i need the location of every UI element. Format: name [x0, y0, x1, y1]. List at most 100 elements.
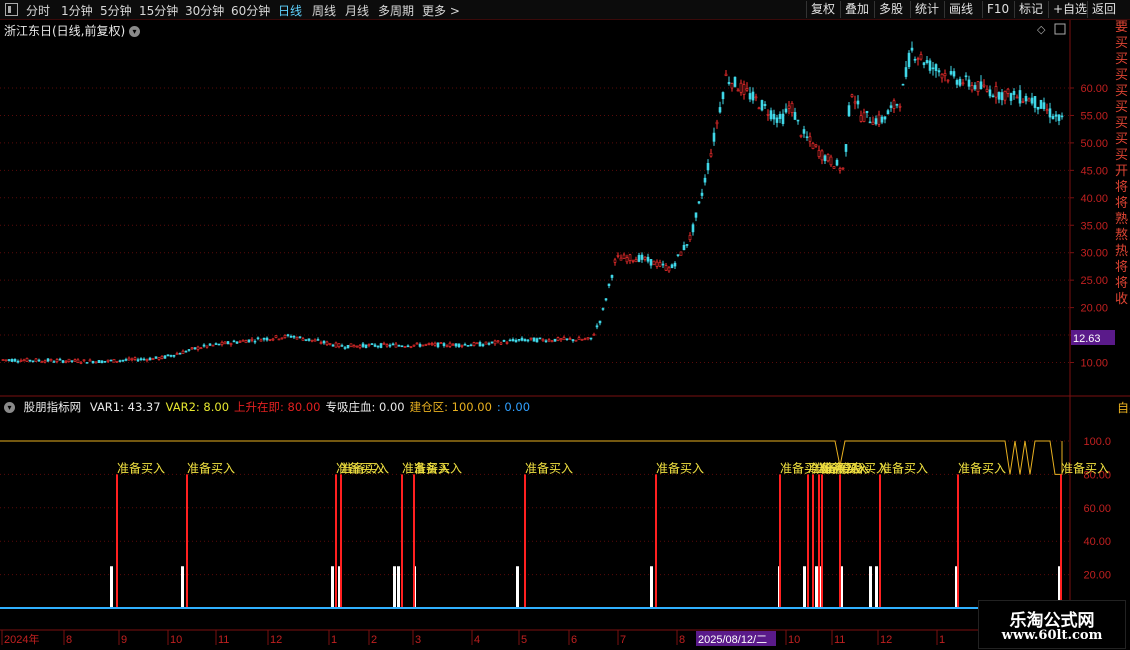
indicator-tick-label: 40.00 — [1083, 536, 1111, 548]
candle-body — [526, 339, 530, 342]
candle-body — [532, 337, 536, 342]
candle-body — [256, 337, 260, 340]
candle-body — [874, 118, 878, 125]
candle-body — [619, 257, 623, 261]
candle-body — [913, 58, 917, 61]
candle-body — [622, 254, 626, 259]
candle-body — [664, 265, 668, 271]
candle-body — [73, 359, 77, 362]
candle-body — [190, 347, 194, 350]
candle-body — [631, 259, 635, 262]
candle-body — [427, 342, 431, 345]
candle-body — [673, 262, 677, 267]
indicator-tick-label: 60.00 — [1083, 503, 1111, 515]
candle-body — [142, 358, 146, 361]
candle-body — [826, 154, 830, 162]
candle-body — [1000, 92, 1004, 101]
candle-body — [7, 359, 11, 361]
candle-body — [292, 335, 296, 338]
candle-body — [181, 350, 185, 354]
candle-body — [529, 337, 533, 340]
candle-body — [955, 80, 959, 85]
candle-body — [517, 339, 521, 341]
candle-body — [259, 339, 263, 342]
candle-body — [163, 355, 167, 359]
candle-body — [208, 343, 212, 346]
candle-body — [832, 166, 836, 169]
candle-body — [691, 224, 695, 233]
candle-body — [886, 110, 890, 115]
candle-body — [739, 82, 743, 93]
candle-body — [244, 340, 248, 344]
candle-body — [145, 359, 149, 361]
candle-body — [337, 343, 341, 348]
candle-body — [115, 360, 119, 363]
candle-body — [694, 212, 698, 218]
candle-body — [484, 341, 488, 345]
time-label: 2 — [371, 634, 377, 646]
candle-body — [844, 144, 848, 152]
candle-body — [625, 257, 629, 263]
candle-body — [22, 359, 26, 362]
diamond-icon: ◇ — [1037, 23, 1046, 36]
price-tick-label: 55.00 — [1080, 110, 1108, 122]
time-label: 8 — [66, 634, 72, 646]
candle-body — [265, 337, 269, 341]
candle-body — [442, 343, 446, 346]
candle-body — [1039, 99, 1043, 109]
candle-body — [793, 112, 797, 120]
candle-body — [628, 254, 632, 261]
candle-body — [109, 359, 113, 362]
candle-body — [406, 345, 410, 348]
candle-body — [445, 345, 449, 348]
candle-body — [973, 85, 977, 90]
indicator-field-3: 专吸庄血: 0.00 — [325, 400, 405, 414]
candle-body — [577, 337, 581, 340]
candle-body — [295, 337, 299, 340]
indicator-field-0: VAR1: 43.37 — [89, 400, 161, 414]
candle-body — [805, 136, 809, 139]
candle-body — [316, 339, 320, 341]
chevron-down-icon[interactable]: ▾ — [4, 402, 15, 413]
candle-body — [184, 350, 188, 353]
candle-body — [967, 79, 971, 87]
candle-body — [736, 89, 740, 92]
candle-body — [439, 342, 443, 344]
watermark-url: www.60lt.com — [1001, 628, 1103, 643]
time-label: 9 — [121, 634, 127, 646]
candle-body — [76, 359, 80, 363]
white-signal-bar — [815, 566, 818, 608]
candle-body — [814, 144, 818, 147]
candle-body — [67, 358, 71, 363]
candle-body — [430, 343, 434, 346]
cursor-date-label: 2025/08/12/二 — [698, 634, 767, 646]
candle-body — [937, 70, 941, 73]
indicator-name[interactable]: 股朋指标网 — [24, 400, 82, 414]
white-signal-bar — [393, 566, 396, 608]
buy-signal-label: 准备买入 — [414, 461, 462, 475]
candle-body — [655, 261, 659, 267]
candle-body — [223, 341, 227, 345]
candle-body — [769, 110, 773, 120]
candle-body — [475, 342, 479, 345]
candle-body — [985, 88, 989, 92]
candle-body — [1048, 108, 1052, 118]
price-tick-label: 35.00 — [1080, 220, 1108, 232]
candle-body — [757, 107, 761, 110]
candle-body — [1054, 114, 1058, 117]
candle-body — [505, 342, 509, 344]
candle-body — [523, 339, 527, 342]
candle-body — [895, 104, 899, 106]
candle-body — [397, 345, 401, 347]
kline-chart: 60.00 55.00 50.00 45.00 40.00 35.00 30.00 25.00… — [0, 20, 1130, 646]
candle-body — [976, 81, 980, 92]
candle-body — [958, 78, 962, 86]
candle-body — [535, 338, 539, 343]
price-tick-label: 25.00 — [1080, 275, 1108, 287]
candle-body — [136, 359, 140, 362]
candle-body — [409, 346, 413, 348]
candle-body — [991, 95, 995, 98]
candle-body — [883, 116, 887, 120]
time-label: 3 — [415, 634, 421, 646]
indicator-tick-label: 20.00 — [1083, 570, 1111, 582]
